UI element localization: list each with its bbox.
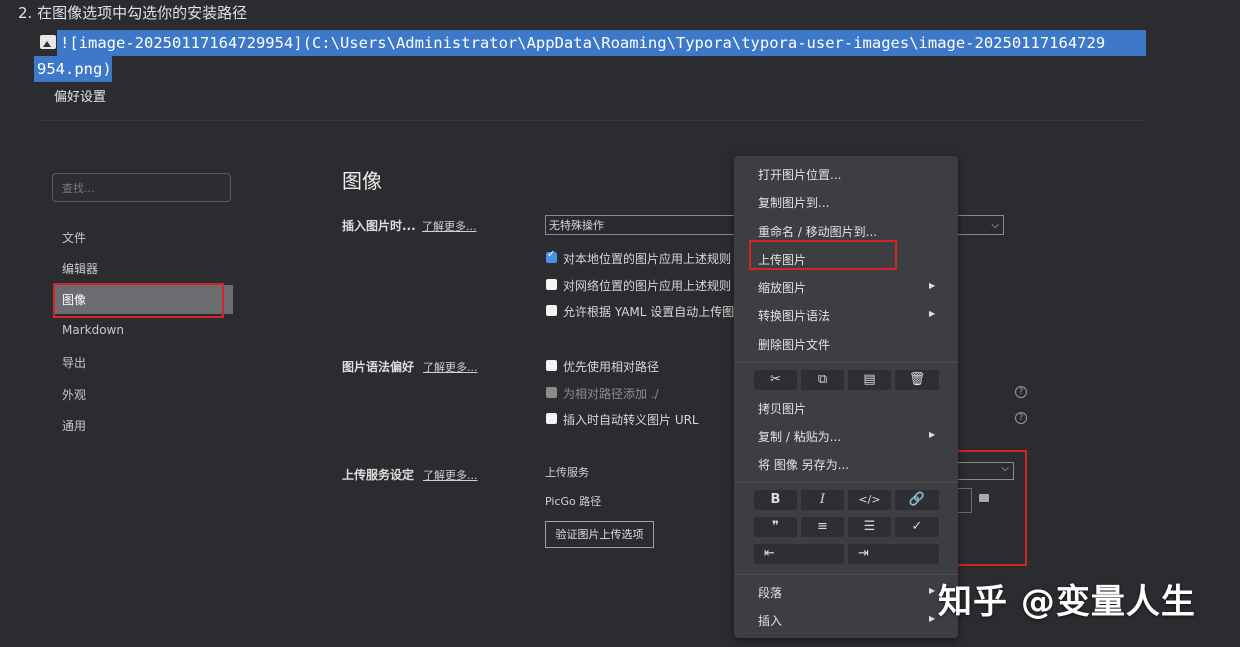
code-icon[interactable]: </>: [848, 490, 891, 510]
menu-convert-image-syntax[interactable]: 转换图片语法: [758, 307, 830, 324]
menu-separator: [734, 482, 958, 483]
menu-separator: [734, 574, 958, 575]
checkbox-dot-slash: [546, 387, 557, 398]
highlight-box-upload-settings: [948, 450, 1027, 566]
checkbox-yaml-upload-label: 允许根据 YAML 设置自动上传图片: [563, 305, 735, 319]
insert-learn-more-link[interactable]: 了解更多...: [422, 218, 477, 234]
checkbox-local-images-label: 对本地位置的图片应用上述规则: [563, 252, 732, 266]
nav-item-general[interactable]: 通用: [62, 417, 86, 434]
chevron-right-icon: ▶: [929, 281, 936, 290]
preferences-title: 偏好设置: [54, 90, 107, 105]
markdown-image-line-2[interactable]: 954.png): [34, 56, 112, 82]
nav-item-appearance[interactable]: 外观: [62, 386, 86, 403]
task-list-icon[interactable]: ✓: [895, 517, 939, 537]
paste-icon[interactable]: ▤: [848, 370, 891, 390]
upload-service-label: 上传服务设定: [342, 468, 415, 482]
outdent-icon[interactable]: ⇤: [754, 544, 844, 564]
checkbox-network-images[interactable]: [546, 279, 557, 290]
highlight-box-image-nav: [53, 283, 224, 318]
markdown-image-line-1[interactable]: ![image-20250117164729954](C:\Users\Admi…: [57, 30, 1146, 56]
nav-item-file[interactable]: 文件: [62, 229, 86, 246]
insert-image-label: 插入图片时...: [342, 219, 416, 233]
checkbox-relative-path[interactable]: [546, 360, 557, 371]
checkbox-local-images[interactable]: [546, 249, 557, 263]
syntax-learn-more-link[interactable]: 了解更多...: [423, 359, 478, 375]
chevron-right-icon: ▶: [929, 309, 936, 318]
checkbox-relative-path-label: 优先使用相对路径: [563, 360, 660, 374]
menu-delete-image-file[interactable]: 删除图片文件: [758, 336, 830, 353]
nav-item-export[interactable]: 导出: [62, 354, 86, 371]
menu-separator: [734, 362, 958, 363]
menu-zoom-image[interactable]: 缩放图片: [758, 279, 806, 296]
menu-save-image-as[interactable]: 将 图像 另存为...: [758, 456, 849, 473]
checkbox-escape-url[interactable]: [546, 413, 557, 424]
chevron-right-icon: ▶: [929, 430, 936, 439]
syntax-pref-label: 图片语法偏好: [342, 360, 415, 374]
menu-open-image-location[interactable]: 打开图片位置...: [758, 166, 841, 183]
nav-item-editor[interactable]: 编辑器: [62, 260, 98, 277]
copy-icon[interactable]: ⧉: [801, 370, 844, 390]
section-title: 图像: [342, 169, 382, 193]
watermark: 知乎 @变量人生: [938, 582, 1196, 622]
image-context-menu: 打开图片位置... 复制图片到... 重命名 / 移动图片到... 上传图片 缩…: [734, 156, 958, 638]
picgo-path-label: PicGo 路径: [545, 495, 602, 508]
search-input[interactable]: 查找...: [52, 173, 231, 202]
help-icon[interactable]: ?: [1015, 412, 1027, 424]
menu-insert[interactable]: 插入: [758, 612, 782, 629]
checkbox-escape-url-label: 插入时自动转义图片 URL: [563, 413, 699, 427]
italic-icon[interactable]: I: [801, 490, 844, 510]
checkbox-network-images-label: 对网络位置的图片应用上述规则: [563, 279, 732, 293]
nav-item-markdown[interactable]: Markdown: [62, 323, 124, 337]
unordered-list-icon[interactable]: ☰: [848, 517, 891, 537]
step-instruction: 2. 在图像选项中勾选你的安装路径: [18, 4, 248, 22]
menu-paragraph[interactable]: 段落: [758, 584, 782, 601]
chevron-right-icon: ▶: [929, 586, 936, 595]
link-icon[interactable]: 🔗: [895, 490, 939, 510]
indent-icon[interactable]: ⇥: [848, 544, 939, 564]
delete-icon[interactable]: 🗑: [895, 370, 939, 390]
quote-icon[interactable]: ❞: [754, 517, 797, 537]
insert-dropdown-value: 无特殊操作: [549, 219, 604, 232]
highlight-box-upload-image: [749, 240, 897, 270]
help-icon[interactable]: ?: [1015, 386, 1027, 398]
menu-copy-paste-as[interactable]: 复制 / 粘贴为...: [758, 428, 841, 445]
chevron-right-icon: ▶: [929, 614, 936, 623]
ordered-list-icon[interactable]: ≡: [801, 517, 844, 537]
upload-service-field-label: 上传服务: [545, 466, 589, 479]
upload-learn-more-link[interactable]: 了解更多...: [423, 467, 478, 483]
menu-copy-image[interactable]: 拷贝图片: [758, 400, 806, 417]
header-divider: [38, 120, 1142, 121]
checkbox-dot-slash-label: 为相对路径添加 ./: [563, 387, 659, 401]
chevron-down-icon: ⌵: [991, 220, 999, 231]
bold-icon[interactable]: B: [754, 490, 797, 510]
cut-icon[interactable]: ✂: [754, 370, 797, 390]
menu-copy-image-to[interactable]: 复制图片到...: [758, 194, 829, 211]
image-icon: [40, 35, 56, 49]
menu-rename-move-image[interactable]: 重命名 / 移动图片到...: [758, 223, 877, 240]
checkbox-yaml-upload[interactable]: [546, 305, 557, 316]
verify-upload-button[interactable]: 验证图片上传选项: [545, 521, 654, 548]
